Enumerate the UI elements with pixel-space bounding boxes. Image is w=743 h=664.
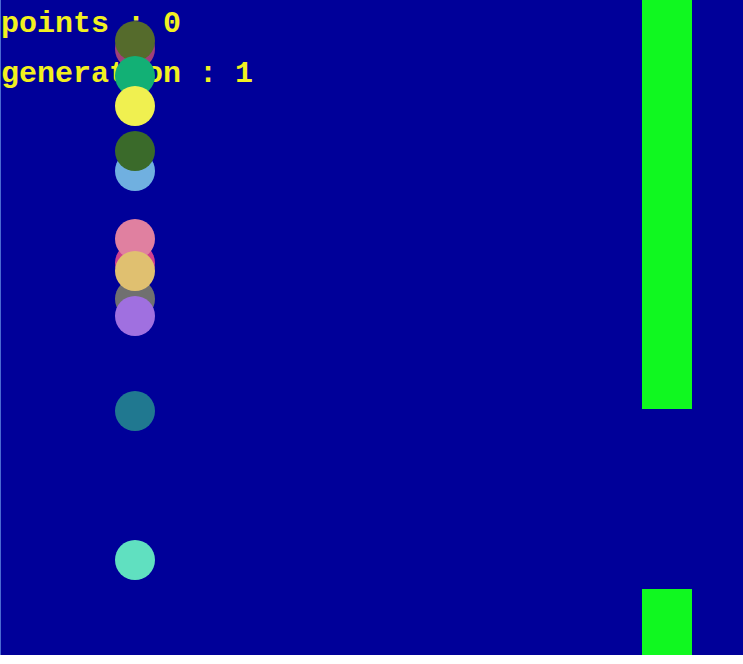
- points-label: points : 0: [1, 0, 743, 49]
- bird: [115, 131, 155, 171]
- generation-label: generation : 1: [1, 49, 743, 99]
- bird: [115, 296, 155, 336]
- bird: [115, 251, 155, 291]
- game-field: points : 0 generation : 1: [0, 0, 743, 655]
- bird: [115, 540, 155, 580]
- top-pipe: [642, 0, 692, 409]
- bird: [115, 21, 155, 61]
- hud: points : 0 generation : 1: [1, 0, 743, 99]
- bottom-pipe: [642, 589, 692, 655]
- bird: [115, 86, 155, 126]
- bird: [115, 391, 155, 431]
